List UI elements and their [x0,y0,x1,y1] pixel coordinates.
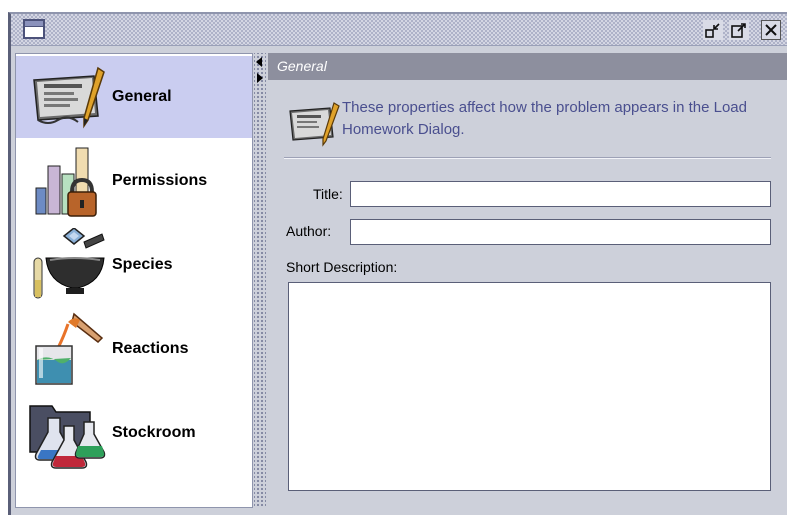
properties-panel: General These properties affect how the … [268,53,787,508]
bar-chart-lock-icon [35,147,97,217]
certificate-pen-icon [289,102,340,147]
mortar-pestle-icon [33,228,105,299]
sidebar-item-general[interactable]: General [16,56,252,138]
beaker-pour-icon [35,312,104,385]
sidebar-item-reactions[interactable]: Reactions [16,308,252,390]
info-text: These properties affect how the problem … [342,99,747,138]
expand-right-icon[interactable] [257,73,263,83]
divider [284,157,771,159]
sidebar: General Permissions Species Reactions St… [15,53,253,508]
sidebar-item-label: General [112,88,172,105]
restore-icon[interactable] [703,20,723,40]
close-icon [765,24,777,36]
sidebar-item-permissions[interactable]: Permissions [16,140,252,222]
sidebar-item-label: Reactions [112,340,189,357]
collapse-left-icon[interactable] [256,57,262,67]
title-bar[interactable] [11,14,787,46]
title-label: Title: [313,186,343,202]
sidebar-item-stockroom[interactable]: Stockroom [16,392,252,474]
title-input[interactable] [350,181,771,207]
short-description-label: Short Description: [286,259,398,275]
splitter-handle[interactable] [254,53,266,508]
window-icon[interactable] [23,19,45,39]
maximize-icon[interactable] [729,20,749,40]
author-label: Author: [286,223,332,239]
flasks-folder-icon [29,405,106,469]
short-description-textarea[interactable] [288,282,771,491]
sidebar-item-label: Permissions [112,172,208,189]
close-button[interactable] [761,20,781,40]
sidebar-item-label: Species [112,256,173,273]
panel-title: General [268,53,787,80]
sidebar-item-species[interactable]: Species [16,224,252,306]
sidebar-item-label: Stockroom [112,424,196,441]
certificate-pen-icon [33,66,105,129]
author-input[interactable] [350,219,771,245]
